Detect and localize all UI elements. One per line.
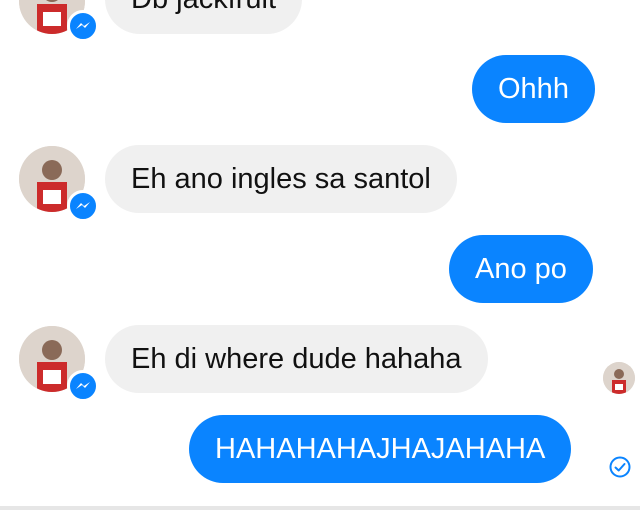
outgoing-message[interactable]: HAHAHAHAJHAJAHAHA — [189, 415, 572, 483]
divider — [0, 506, 640, 510]
message-text: Eh ano ingles sa santol — [131, 162, 431, 195]
messenger-icon — [67, 190, 99, 222]
incoming-message[interactable]: Eh di where dude hahaha — [105, 325, 488, 393]
messenger-icon — [67, 370, 99, 402]
message-text: HAHAHAHAJHAJAHAHA — [215, 432, 546, 465]
message-text: Ohhh — [498, 72, 569, 105]
seen-avatar — [603, 362, 635, 394]
message-text: Db jackfruit — [131, 0, 276, 14]
outgoing-message[interactable]: Ano po — [449, 235, 593, 303]
incoming-message[interactable]: Eh ano ingles sa santol — [105, 145, 457, 213]
messenger-icon — [67, 10, 99, 42]
message-text: Eh di where dude hahaha — [131, 342, 462, 375]
delivered-check-icon — [609, 456, 631, 478]
outgoing-message[interactable]: Ohhh — [472, 55, 595, 123]
incoming-message[interactable]: Db jackfruit — [105, 0, 303, 34]
message-text: Ano po — [475, 252, 567, 285]
